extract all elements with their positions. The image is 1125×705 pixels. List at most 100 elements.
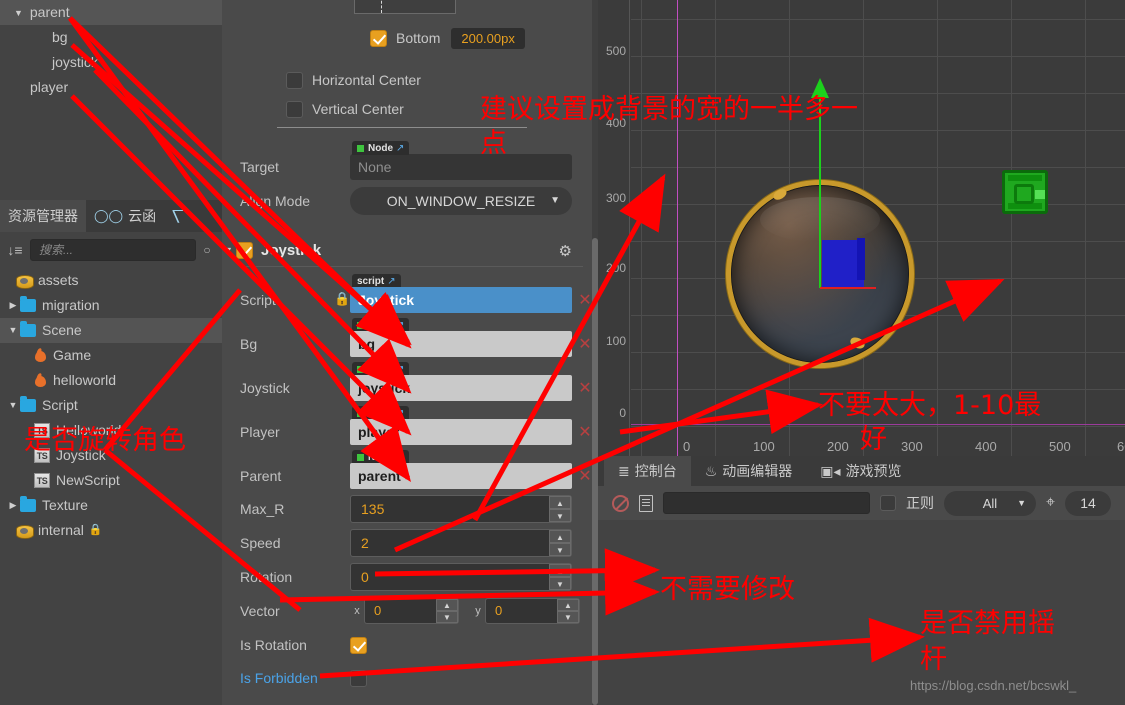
font-size-input[interactable]: 14 [1065,490,1111,516]
stepper-down-icon[interactable]: ▼ [549,577,571,590]
stepper-down-icon[interactable]: ▼ [436,611,458,623]
text-size-icon[interactable]: ⌖ [1046,494,1055,512]
external-link-icon[interactable]: ↗ [387,276,395,287]
asset-item-scene[interactable]: ▼ Scene [0,318,222,343]
vector-x-stepper[interactable]: ▲ ▼ [436,599,458,623]
gizmo-x-axis[interactable] [820,287,876,289]
align-mode-select[interactable]: ON_WINDOW_RESIZE ▼ [350,187,572,215]
tab-dock-icon[interactable]: ⎲ [164,200,196,232]
asset-item-newscript[interactable]: TS NewScript [0,468,222,493]
asset-item-helloworld-script[interactable]: TS Helloworld [0,418,222,443]
asset-item-assets[interactable]: assets [0,268,222,293]
vertical-center-checkbox[interactable] [286,100,303,118]
chevron-down-icon[interactable]: ▼ [6,393,20,418]
camera-icon[interactable] [1002,170,1048,214]
asset-item-texture[interactable]: ▶ Texture [0,493,222,518]
stepper-up-icon[interactable]: ▲ [549,564,571,577]
joystick-node-field[interactable]: Node ↗ joystick ✕ [350,362,592,401]
search-input[interactable]: 搜索... [30,239,196,261]
console-output[interactable] [598,520,1125,705]
anchor-preview-widget[interactable]: ↕ [354,0,456,14]
horizontal-center-checkbox[interactable] [286,71,303,89]
player-node-field[interactable]: Node ↗ player ✕ [350,406,592,445]
component-enabled-checkbox[interactable] [236,241,253,259]
vector-y-stepper[interactable]: ▲ ▼ [557,599,579,623]
tab-cloud-function[interactable]: ◯◯ 云函 [86,200,164,232]
bottom-value-input[interactable]: 200.00px [451,27,525,49]
document-icon[interactable] [639,494,653,512]
chevron-right-icon[interactable]: ▶ [6,293,20,318]
joystick-component-header[interactable]: ▼ Joystick ⚙ [222,236,592,264]
external-link-icon[interactable]: ↗ [396,143,404,154]
stepper-up-icon[interactable]: ▲ [436,599,458,611]
stepper-up-icon[interactable]: ▲ [557,599,579,611]
external-link-icon[interactable]: ↗ [396,408,404,419]
chevron-down-icon[interactable]: ▼ [1017,491,1026,516]
rotation-input[interactable]: 0 ▲ ▼ [350,563,572,591]
search-icon[interactable]: ○ [198,243,216,257]
asset-item-internal[interactable]: internal 🔒 [0,518,222,543]
node-color-dot [357,365,364,373]
stepper-down-icon[interactable]: ▼ [549,543,571,556]
log-filter-input[interactable] [663,492,870,514]
stepper-up-icon[interactable]: ▲ [549,496,571,509]
asset-item-joystick-script[interactable]: TS Joystick [0,443,222,468]
regex-checkbox[interactable] [879,495,896,511]
hierarchy-item-joystick[interactable]: joystick [0,50,222,75]
tab-game-preview[interactable]: ▣◂ 游戏预览 [806,456,915,486]
chevron-down-icon[interactable]: ▼ [222,245,236,255]
tab-animation-editor[interactable]: ♨ 动画编辑器 [691,456,807,486]
max-r-input[interactable]: 135 ▲ ▼ [350,495,572,523]
asset-item-game[interactable]: Game [0,343,222,368]
tab-console[interactable]: ≣ 控制台 [604,456,691,486]
stepper-up-icon[interactable]: ▲ [549,530,571,543]
hierarchy-item-bg[interactable]: bg [0,25,222,50]
scene-view[interactable]: 500 400 300 200 100 0 0 100 200 300 400 … [598,0,1125,456]
stepper-down-icon[interactable]: ▼ [557,611,579,623]
joystick-label: Joystick [240,380,290,396]
vector-x-input[interactable]: 0 ▲ ▼ [364,598,459,624]
stepper-down-icon[interactable]: ▼ [549,509,571,522]
ruler-tick-x-200: 200 [827,439,849,454]
hierarchy-item-player[interactable]: player [0,75,222,100]
max-r-stepper[interactable]: ▲ ▼ [549,496,571,522]
bottom-checkbox[interactable] [370,29,387,47]
asset-item-label: Helloworld [56,422,122,438]
gizmo-y-axis[interactable] [819,95,821,288]
gizmo-y-arrow-icon[interactable] [811,78,829,98]
asset-item-migration[interactable]: ▶ migration [0,293,222,318]
typescript-icon: TS [34,473,50,488]
script-field[interactable]: script ↗ Joystick ✕ [350,274,592,313]
target-node-field[interactable]: Node ↗ None [350,141,572,180]
node-type-label: Node [368,451,393,463]
folder-icon [20,396,36,412]
chevron-down-icon[interactable]: ▼ [6,318,20,343]
asset-item-helloworld-scene[interactable]: helloworld [0,368,222,393]
vector-y-input[interactable]: 0 ▲ ▼ [485,598,580,624]
asset-item-label: Joystick [56,447,106,463]
is-forbidden-checkbox[interactable] [350,669,367,687]
external-link-icon[interactable]: ↗ [396,320,404,331]
gear-icon[interactable]: ⚙ [559,242,572,260]
clear-console-icon[interactable] [612,494,629,512]
ruler-tick-400: 400 [605,116,626,130]
sort-icon[interactable]: ↓≡ [6,242,24,258]
regex-label: 正则 [905,495,934,511]
is-rotation-checkbox[interactable] [350,636,367,654]
chevron-down-icon[interactable]: ▼ [14,1,26,26]
inspector-panel: ↕ Bottom 200.00px Horizontal Center Vert… [222,0,598,705]
external-link-icon[interactable]: ↗ [396,452,404,463]
rotation-stepper[interactable]: ▲ ▼ [549,564,571,590]
chevron-down-icon[interactable]: ▼ [550,187,560,215]
tab-asset-manager[interactable]: 资源管理器 [0,200,86,232]
external-link-icon[interactable]: ↗ [396,364,404,375]
speed-input[interactable]: 2 ▲ ▼ [350,529,572,557]
asset-item-script-folder[interactable]: ▼ Script [0,393,222,418]
chevron-right-icon[interactable]: ▶ [6,493,20,518]
speed-stepper[interactable]: ▲ ▼ [549,530,571,556]
parent-node-field[interactable]: Node ↗ parent ✕ [350,450,592,489]
hierarchy-item-parent[interactable]: ▼ parent [0,0,222,25]
bg-node-field[interactable]: Node ↗ bg ✕ [350,318,592,357]
log-level-select[interactable]: All ▼ [943,490,1036,516]
scene-canvas[interactable]: 0 100 200 300 400 500 600 [631,0,1125,456]
